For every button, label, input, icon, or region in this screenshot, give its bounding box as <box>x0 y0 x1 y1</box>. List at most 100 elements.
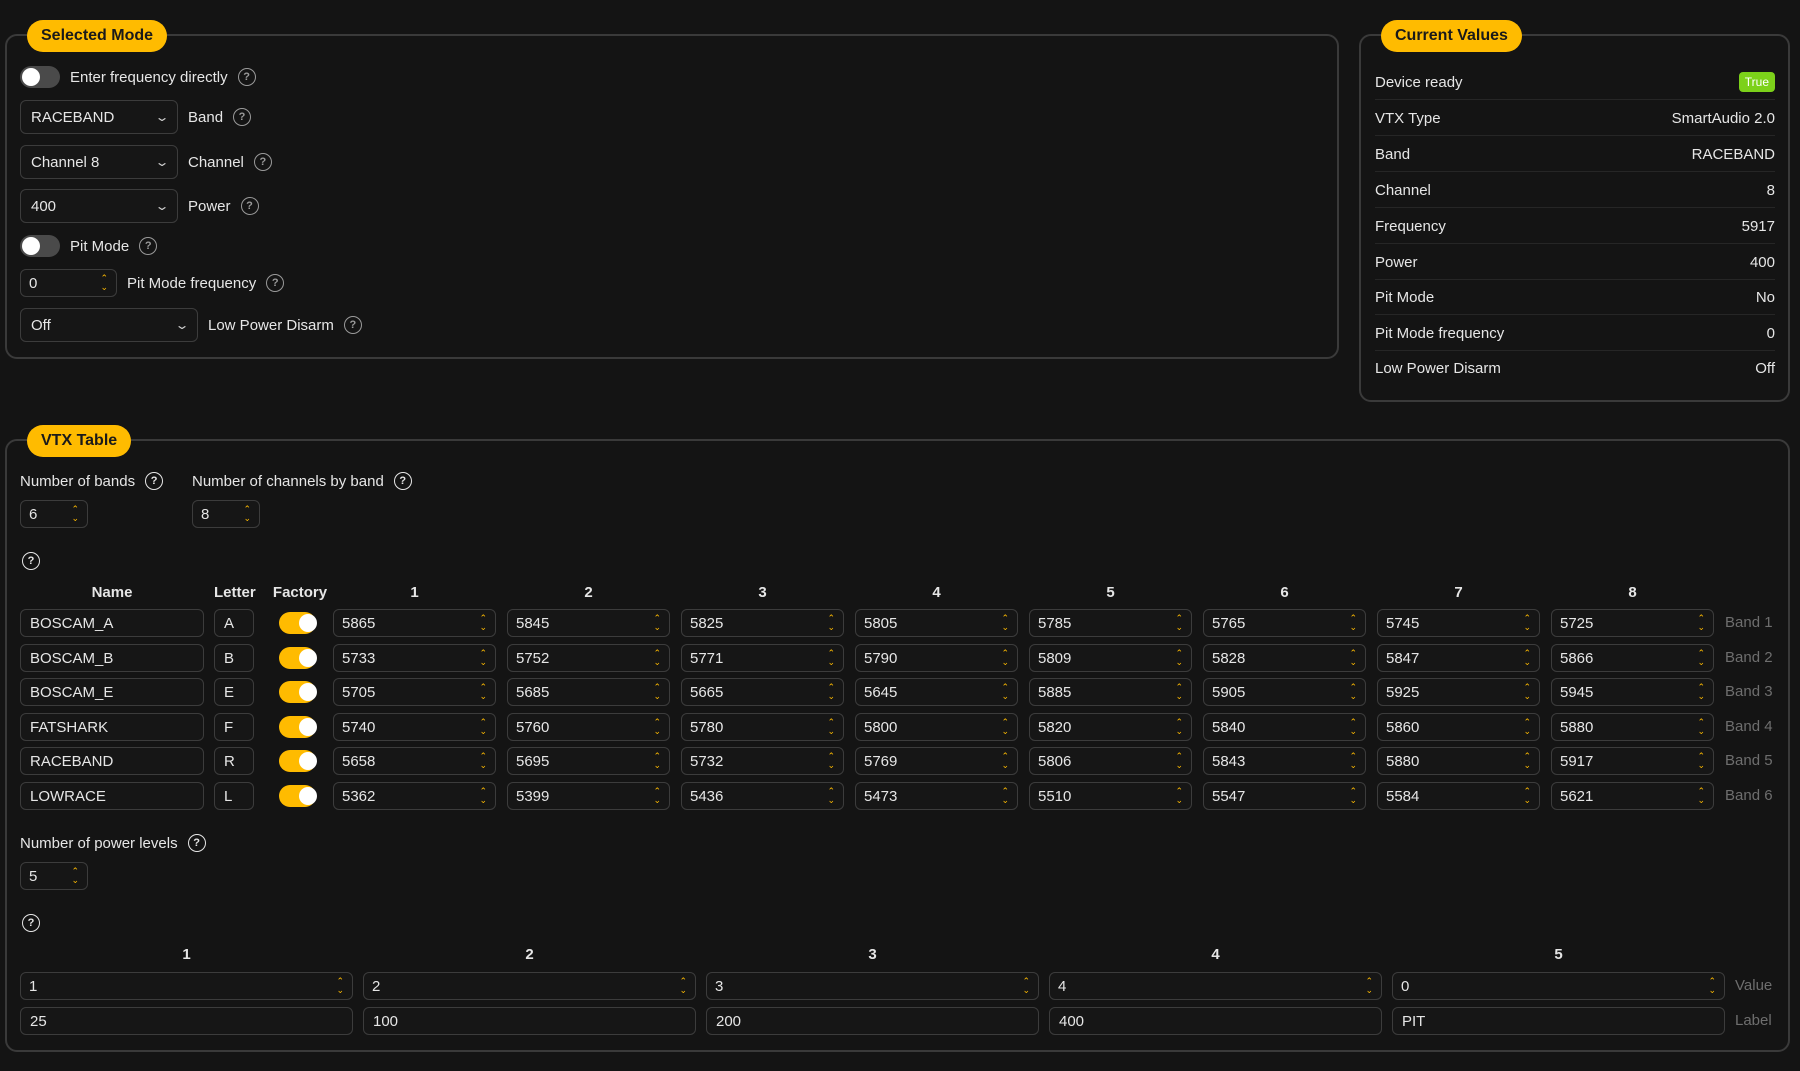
channel-frequency-input[interactable]: 5510 ⌃ ⌄ <box>1029 782 1192 810</box>
channel-frequency-input[interactable]: 5785 ⌃ ⌄ <box>1029 609 1192 637</box>
band-name-input[interactable]: BOSCAM_A <box>20 609 204 637</box>
channel-frequency-input[interactable]: 5800 ⌃ ⌄ <box>855 713 1018 741</box>
spinner-arrows-icon[interactable]: ⌃ ⌄ <box>1523 718 1531 736</box>
channel-frequency-input[interactable]: 5825 ⌃ ⌄ <box>681 609 844 637</box>
channel-frequency-input[interactable]: 5885 ⌃ ⌄ <box>1029 678 1192 706</box>
band-name-input[interactable]: FATSHARK <box>20 713 204 741</box>
spinner-arrows-icon[interactable]: ⌃ ⌄ <box>1349 683 1357 701</box>
channel-frequency-input[interactable]: 5547 ⌃ ⌄ <box>1203 782 1366 810</box>
pit-frequency-input[interactable]: 0 ⌃ ⌄ <box>20 269 117 297</box>
help-icon[interactable]: ? <box>187 834 206 852</box>
channel-frequency-input[interactable]: 5790 ⌃ ⌄ <box>855 644 1018 672</box>
spinner-arrows-icon[interactable]: ⌃ ⌄ <box>827 787 835 805</box>
spinner-arrows-icon[interactable]: ⌃ ⌄ <box>1349 752 1357 770</box>
spinner-arrows-icon[interactable]: ⌃ ⌄ <box>71 505 79 523</box>
spinner-arrows-icon[interactable]: ⌃ ⌄ <box>679 977 687 995</box>
channel-frequency-input[interactable]: 5771 ⌃ ⌄ <box>681 644 844 672</box>
band-letter-input[interactable]: R <box>214 747 254 775</box>
channel-frequency-input[interactable]: 5725 ⌃ ⌄ <box>1551 609 1714 637</box>
spinner-arrows-icon[interactable]: ⌃ ⌄ <box>1523 787 1531 805</box>
spinner-arrows-icon[interactable]: ⌃ ⌄ <box>1349 718 1357 736</box>
channel-frequency-input[interactable]: 5760 ⌃ ⌄ <box>507 713 670 741</box>
spinner-arrows-icon[interactable]: ⌃ ⌄ <box>1697 718 1705 736</box>
factory-toggle[interactable] <box>279 785 317 807</box>
spinner-arrows-icon[interactable]: ⌃ ⌄ <box>1001 649 1009 667</box>
channel-frequency-input[interactable]: 5847 ⌃ ⌄ <box>1377 644 1540 672</box>
spinner-arrows-icon[interactable]: ⌃ ⌄ <box>1697 683 1705 701</box>
channel-select[interactable]: Channel 8 ⌄ <box>20 145 178 179</box>
channel-frequency-input[interactable]: 5436 ⌃ ⌄ <box>681 782 844 810</box>
channel-frequency-input[interactable]: 5695 ⌃ ⌄ <box>507 747 670 775</box>
channel-frequency-input[interactable]: 5473 ⌃ ⌄ <box>855 782 1018 810</box>
spinner-arrows-icon[interactable]: ⌃ ⌄ <box>1365 977 1373 995</box>
help-icon[interactable]: ? <box>266 274 285 292</box>
band-name-input[interactable]: BOSCAM_E <box>20 678 204 706</box>
spinner-arrows-icon[interactable]: ⌃ ⌄ <box>1708 977 1716 995</box>
help-icon[interactable]: ? <box>240 197 259 215</box>
help-icon[interactable]: ? <box>22 552 40 570</box>
power-label-input[interactable]: PIT <box>1392 1007 1725 1035</box>
spinner-arrows-icon[interactable]: ⌃ ⌄ <box>827 718 835 736</box>
channel-frequency-input[interactable]: 5925 ⌃ ⌄ <box>1377 678 1540 706</box>
spinner-arrows-icon[interactable]: ⌃ ⌄ <box>1697 649 1705 667</box>
spinner-arrows-icon[interactable]: ⌃ ⌄ <box>71 867 79 885</box>
spinner-arrows-icon[interactable]: ⌃ ⌄ <box>1349 649 1357 667</box>
spinner-arrows-icon[interactable]: ⌃ ⌄ <box>827 752 835 770</box>
channel-frequency-input[interactable]: 5584 ⌃ ⌄ <box>1377 782 1540 810</box>
channel-frequency-input[interactable]: 5805 ⌃ ⌄ <box>855 609 1018 637</box>
channel-frequency-input[interactable]: 5740 ⌃ ⌄ <box>333 713 496 741</box>
spinner-arrows-icon[interactable]: ⌃ ⌄ <box>479 718 487 736</box>
spinner-arrows-icon[interactable]: ⌃ ⌄ <box>827 683 835 701</box>
channel-frequency-input[interactable]: 5843 ⌃ ⌄ <box>1203 747 1366 775</box>
channel-frequency-input[interactable]: 5840 ⌃ ⌄ <box>1203 713 1366 741</box>
channel-frequency-input[interactable]: 5658 ⌃ ⌄ <box>333 747 496 775</box>
spinner-arrows-icon[interactable]: ⌃ ⌄ <box>100 274 108 292</box>
channel-frequency-input[interactable]: 5917 ⌃ ⌄ <box>1551 747 1714 775</box>
help-icon[interactable]: ? <box>237 68 256 86</box>
channel-frequency-input[interactable]: 5865 ⌃ ⌄ <box>333 609 496 637</box>
spinner-arrows-icon[interactable]: ⌃ ⌄ <box>1523 614 1531 632</box>
spinner-arrows-icon[interactable]: ⌃ ⌄ <box>653 683 661 701</box>
power-label-input[interactable]: 200 <box>706 1007 1039 1035</box>
power-value-input[interactable]: 0 ⌃ ⌄ <box>1392 972 1725 1000</box>
channel-frequency-input[interactable]: 5905 ⌃ ⌄ <box>1203 678 1366 706</box>
help-icon[interactable]: ? <box>253 153 272 171</box>
num-bands-input[interactable]: 6 ⌃ ⌄ <box>20 500 88 528</box>
spinner-arrows-icon[interactable]: ⌃ ⌄ <box>1001 752 1009 770</box>
band-letter-input[interactable]: B <box>214 644 254 672</box>
spinner-arrows-icon[interactable]: ⌃ ⌄ <box>1175 752 1183 770</box>
spinner-arrows-icon[interactable]: ⌃ ⌄ <box>479 683 487 701</box>
low-power-select[interactable]: Off ⌄ <box>20 308 198 342</box>
num-channels-input[interactable]: 8 ⌃ ⌄ <box>192 500 260 528</box>
channel-frequency-input[interactable]: 5665 ⌃ ⌄ <box>681 678 844 706</box>
spinner-arrows-icon[interactable]: ⌃ ⌄ <box>479 787 487 805</box>
spinner-arrows-icon[interactable]: ⌃ ⌄ <box>1697 614 1705 632</box>
spinner-arrows-icon[interactable]: ⌃ ⌄ <box>1001 787 1009 805</box>
spinner-arrows-icon[interactable]: ⌃ ⌄ <box>827 614 835 632</box>
channel-frequency-input[interactable]: 5769 ⌃ ⌄ <box>855 747 1018 775</box>
channel-frequency-input[interactable]: 5685 ⌃ ⌄ <box>507 678 670 706</box>
spinner-arrows-icon[interactable]: ⌃ ⌄ <box>653 752 661 770</box>
spinner-arrows-icon[interactable]: ⌃ ⌄ <box>1175 787 1183 805</box>
band-letter-input[interactable]: L <box>214 782 254 810</box>
num-power-input[interactable]: 5 ⌃ ⌄ <box>20 862 88 890</box>
power-label-input[interactable]: 400 <box>1049 1007 1382 1035</box>
spinner-arrows-icon[interactable]: ⌃ ⌄ <box>479 649 487 667</box>
spinner-arrows-icon[interactable]: ⌃ ⌄ <box>1697 787 1705 805</box>
spinner-arrows-icon[interactable]: ⌃ ⌄ <box>653 614 661 632</box>
factory-toggle[interactable] <box>279 681 317 703</box>
spinner-arrows-icon[interactable]: ⌃ ⌄ <box>1001 614 1009 632</box>
channel-frequency-input[interactable]: 5806 ⌃ ⌄ <box>1029 747 1192 775</box>
spinner-arrows-icon[interactable]: ⌃ ⌄ <box>1523 649 1531 667</box>
band-letter-input[interactable]: F <box>214 713 254 741</box>
spinner-arrows-icon[interactable]: ⌃ ⌄ <box>827 649 835 667</box>
channel-frequency-input[interactable]: 5645 ⌃ ⌄ <box>855 678 1018 706</box>
spinner-arrows-icon[interactable]: ⌃ ⌄ <box>1349 614 1357 632</box>
band-name-input[interactable]: RACEBAND <box>20 747 204 775</box>
help-icon[interactable]: ? <box>343 316 362 334</box>
channel-frequency-input[interactable]: 5828 ⌃ ⌄ <box>1203 644 1366 672</box>
spinner-arrows-icon[interactable]: ⌃ ⌄ <box>479 752 487 770</box>
factory-toggle[interactable] <box>279 612 317 634</box>
channel-frequency-input[interactable]: 5820 ⌃ ⌄ <box>1029 713 1192 741</box>
power-label-input[interactable]: 25 <box>20 1007 353 1035</box>
